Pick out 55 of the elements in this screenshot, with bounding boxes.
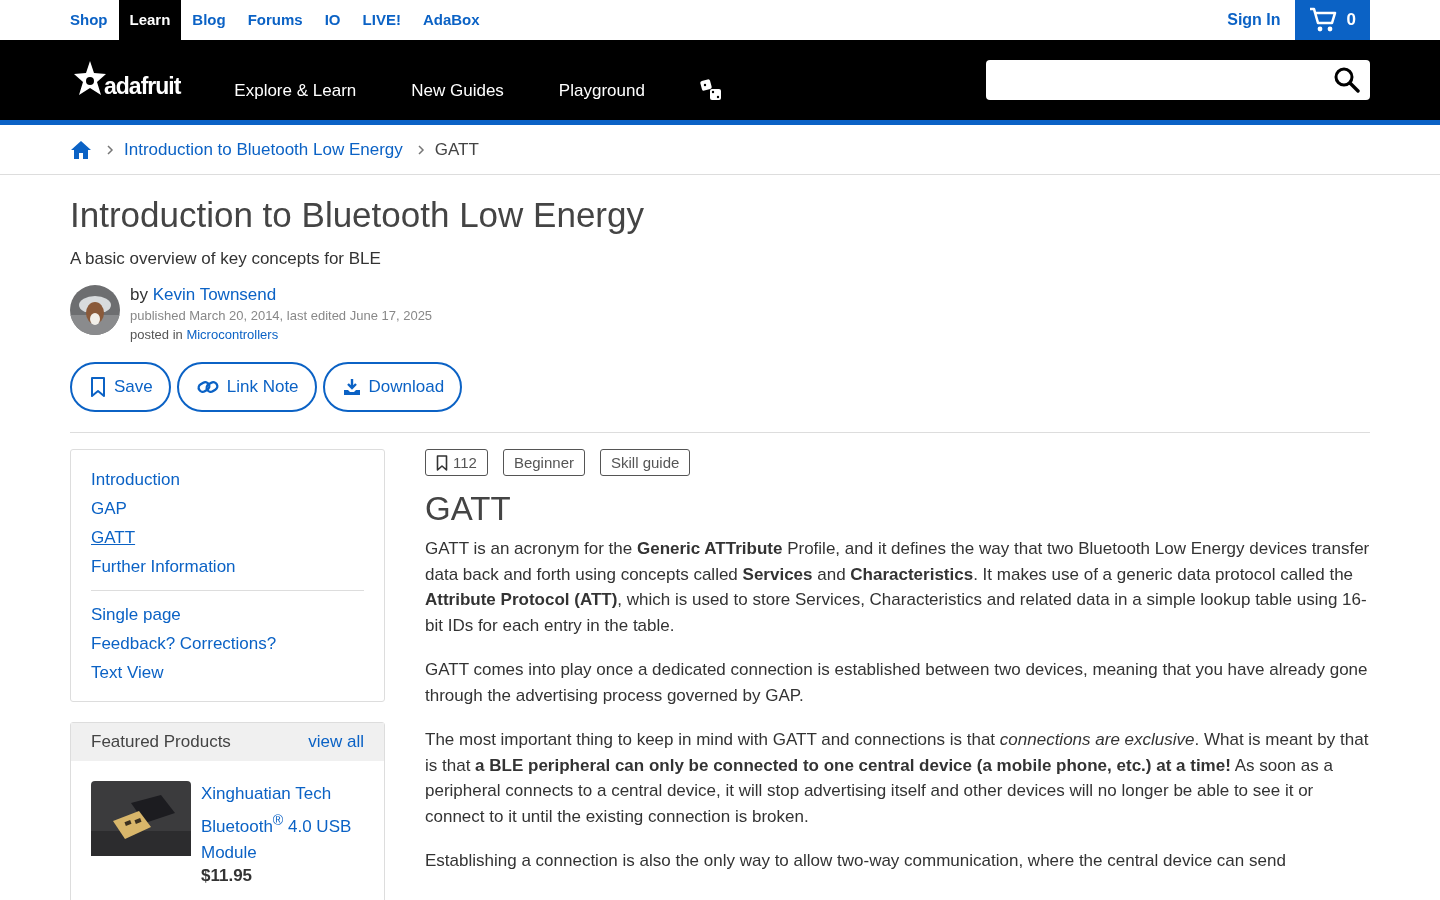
bookmark-icon	[436, 454, 448, 471]
sidebar-link[interactable]: Feedback? Corrections?	[91, 634, 277, 654]
guide-title: Introduction to Bluetooth Low Energy	[70, 195, 645, 235]
chevron-icon	[106, 143, 114, 156]
home-icon[interactable]	[70, 139, 92, 160]
main-nav-link[interactable]: New Guides	[411, 59, 504, 101]
top-nav-link[interactable]: Forums	[236, 0, 314, 40]
top-nav-link[interactable]: LIVE!	[351, 0, 412, 40]
main-nav-link[interactable]: Explore & Learn	[234, 59, 357, 101]
download-icon	[342, 378, 361, 396]
product-price: $11.95	[201, 865, 254, 886]
byline-label: by	[130, 285, 148, 304]
page-heading: GATT	[425, 490, 512, 528]
author-link[interactable]: Kevin Townsend	[152, 285, 277, 304]
search-field[interactable]	[986, 60, 1370, 100]
breadcrumb-current: GATT	[434, 139, 479, 160]
guide-page-link[interactable]: GATT	[91, 528, 136, 548]
dice-icon[interactable]	[699, 79, 722, 101]
guide-tag: Beginner	[502, 449, 585, 476]
paragraph: GATT is an acronym for the Generic ATTribute Profile, and it defines the way that two Bluetooth Low Energy devices transfer data back and forth using concepts called Services and Characteristics. It makes use of a generic data protocol called the Attribute Protocol (ATT), which is used to store Services, Characteristics and related data in a simple lookup table using 16-bit IDs for each entry in the table.	[425, 538, 1370, 637]
paragraph: Establishing a connection is also the only way to allow two-way communication, where the central device can send	[425, 850, 1287, 872]
cart-icon	[1308, 7, 1337, 33]
sidebar-link[interactable]: Single page	[91, 605, 181, 625]
guide-subtitle: A basic overview of key concepts for BLE	[70, 249, 382, 269]
action-button[interactable]: Save	[70, 362, 171, 412]
main-nav-link[interactable]: Playground	[558, 59, 645, 101]
top-nav-link[interactable]: Learn	[118, 0, 182, 40]
publish-date: published March 20, 2014, last edited June 17, 2025	[130, 308, 433, 323]
top-nav-link[interactable]: Blog	[181, 0, 237, 40]
guide-tag: Skill guide	[599, 449, 691, 476]
search-icon[interactable]	[1334, 67, 1360, 93]
product-link[interactable]: Xinghuatian Tech Bluetooth$^{®}$ 4.0 USB Module	[201, 781, 364, 866]
action-button[interactable]: Link Note	[176, 362, 317, 412]
panel-title: Featured Products	[91, 732, 231, 752]
top-nav-link[interactable]: IO	[313, 0, 352, 40]
posted-in-label: posted in	[130, 327, 183, 342]
top-nav-link[interactable]: AdaBox	[411, 0, 491, 40]
link-icon	[196, 379, 219, 395]
category-link[interactable]: Microcontrollers	[186, 327, 279, 342]
breadcrumb-link[interactable]: Introduction to Bluetooth Low Energy	[124, 139, 403, 160]
adafruit-logo[interactable]: adafruit	[70, 60, 181, 100]
bookmark-icon	[90, 377, 106, 397]
action-button[interactable]: Download	[322, 362, 463, 412]
guide-page-link[interactable]: GAP	[91, 499, 127, 519]
paragraph: GATT comes into play once a dedicated connection is established between two devices, meaning that you have already gone through the advertising process governed by GAP.	[425, 659, 1369, 707]
guide-page-link[interactable]: Introduction	[91, 470, 180, 490]
save-count-badge: 112	[425, 449, 488, 476]
guide-page-link[interactable]: Further Information	[91, 557, 236, 577]
view-all-link[interactable]: view all	[308, 732, 364, 752]
sidebar-link[interactable]: Text View	[91, 663, 164, 683]
top-nav-link[interactable]: Shop	[70, 0, 119, 40]
paragraph: The most important thing to keep in mind with GATT and connections is that connections are exclusive. What is meant by that is that a BLE peripheral can only be connected to one central device (a mobile phone, etc.) at a time! As soon as a peripheral connects to a central device, it will stop advertising itself and other devices will no longer be able to see it or connect to it until the existing connection is broken.	[425, 729, 1370, 828]
chevron-icon	[416, 143, 425, 156]
sign-in-link[interactable]: Sign In	[1227, 11, 1281, 29]
cart-button[interactable]: 0	[1294, 0, 1370, 40]
